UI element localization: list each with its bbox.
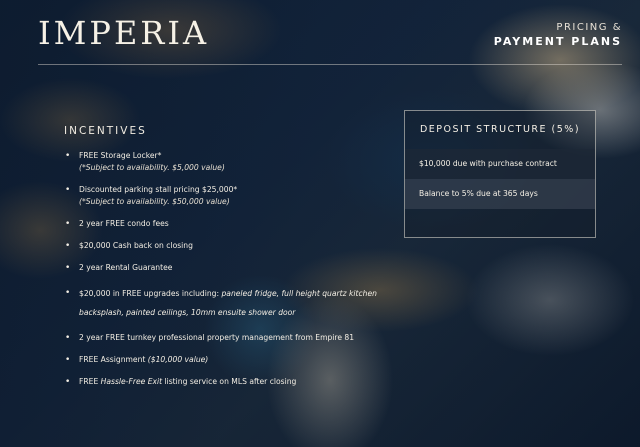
brand-logo: IMPERIA (38, 14, 210, 52)
incentive-italic: Hassle-Free Exit (100, 377, 163, 386)
incentives-title: INCENTIVES (64, 125, 147, 137)
incentive-text: FREE Storage Locker* (79, 151, 162, 160)
page-header: PRICING & PAYMENT PLANS (494, 22, 622, 48)
incentive-item: 2 year FREE condo fees (64, 218, 394, 230)
incentive-item: $20,000 Cash back on closing (64, 240, 394, 252)
incentives-list: FREE Storage Locker* (*Subject to availa… (64, 150, 394, 398)
incentive-text: FREE Assignment (79, 355, 148, 364)
incentive-text: FREE (79, 377, 101, 386)
incentive-item: FREE Hassle-Free Exit listing service on… (64, 376, 394, 388)
deposit-row: Balance to 5% due at 365 days (405, 179, 595, 209)
incentive-item: 2 year FREE turnkey professional propert… (64, 332, 394, 344)
header-divider (38, 64, 622, 65)
header-title: PAYMENT PLANS (493, 35, 622, 48)
deposit-structure-box: DEPOSIT STRUCTURE (5%) $10,000 due with … (404, 110, 596, 238)
incentive-item: 2 year Rental Guarantee (64, 262, 394, 274)
incentive-note: (*Subject to availability. $50,000 value… (79, 197, 230, 206)
deposit-row: $10,000 due with purchase contract (405, 149, 595, 179)
incentive-text: 2 year FREE condo fees (79, 219, 169, 228)
incentive-item: FREE Assignment ($10,000 value) (64, 354, 394, 366)
deposit-title: DEPOSIT STRUCTURE (5%) (419, 124, 581, 135)
incentive-note: (*Subject to availability. $5,000 value) (79, 163, 225, 172)
incentive-item: FREE Storage Locker* (*Subject to availa… (64, 150, 394, 174)
header-subtitle: PRICING & (556, 22, 622, 33)
incentive-text-after: listing service on MLS after closing (162, 377, 297, 386)
incentive-text: $20,000 in FREE upgrades including: (79, 289, 222, 298)
incentive-item: Discounted parking stall pricing $25,000… (64, 184, 394, 208)
incentive-text: $20,000 Cash back on closing (79, 241, 193, 250)
incentive-italic: ($10,000 value) (147, 355, 209, 364)
incentive-text: 2 year Rental Guarantee (79, 263, 173, 272)
incentive-text: 2 year FREE turnkey professional propert… (79, 333, 355, 342)
incentive-text: Discounted parking stall pricing $25,000… (79, 185, 238, 194)
incentive-item: $20,000 in FREE upgrades including: pane… (64, 284, 394, 322)
